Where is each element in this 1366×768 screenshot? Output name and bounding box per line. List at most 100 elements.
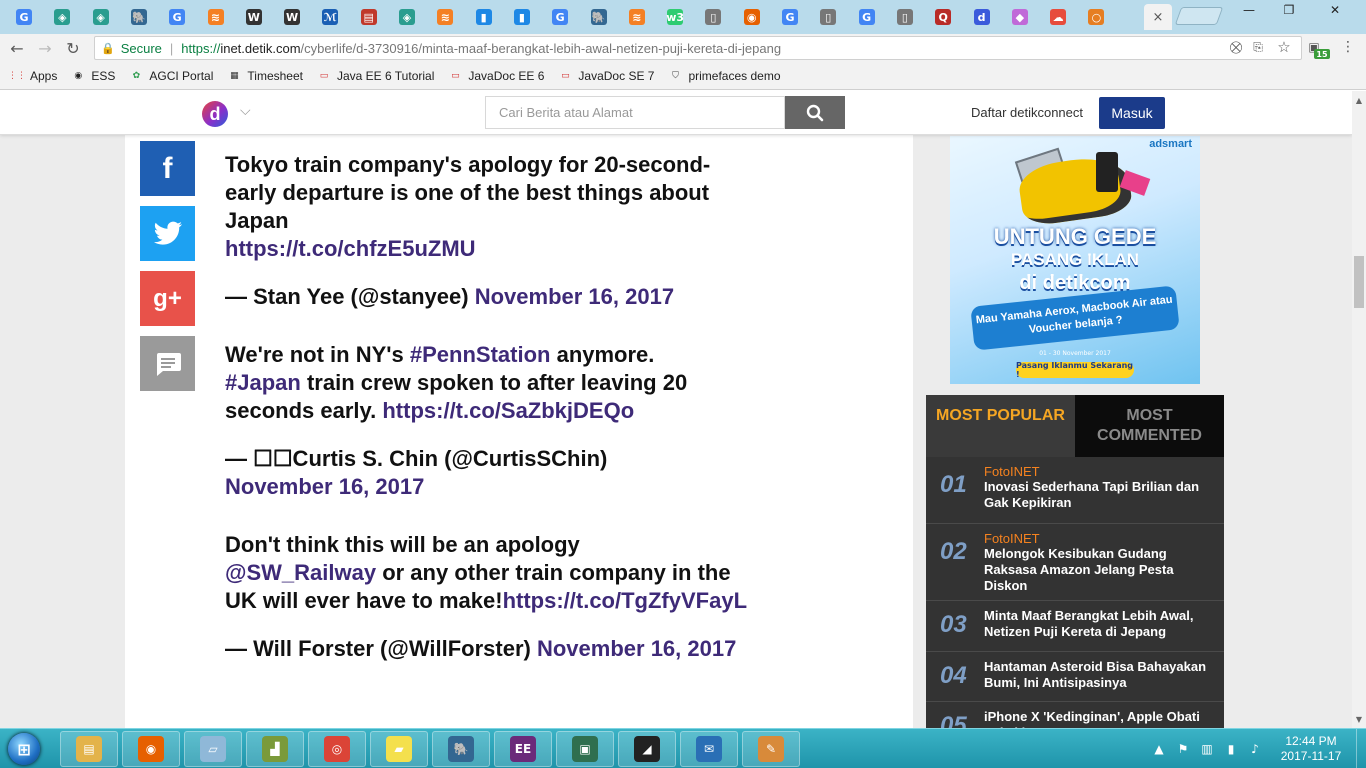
taskbar-app-button[interactable]: 🐘 bbox=[432, 731, 490, 767]
forward-button[interactable]: → bbox=[34, 38, 56, 58]
new-tab-button[interactable] bbox=[1174, 7, 1224, 25]
close-tab-icon[interactable]: × bbox=[1153, 10, 1164, 25]
tab-most-commented[interactable]: MOST COMMENTED bbox=[1075, 395, 1224, 457]
scrollbar-thumb[interactable] bbox=[1354, 256, 1364, 308]
maximize-button[interactable]: ❐ bbox=[1272, 0, 1306, 20]
browser-tab[interactable]: ≋ bbox=[619, 4, 655, 30]
menu-icon[interactable]: ⋮ bbox=[1340, 39, 1356, 55]
tab-most-popular[interactable]: MOST POPULAR bbox=[926, 395, 1075, 457]
browser-tab[interactable]: ▯ bbox=[695, 4, 731, 30]
popular-article-title[interactable]: Hantaman Asteroid Bisa Bahayakan Bumi, I… bbox=[984, 659, 1216, 691]
login-button[interactable]: Masuk bbox=[1099, 97, 1165, 129]
search-input[interactable]: Cari Berita atau Alamat bbox=[485, 96, 785, 129]
share-twitter-button[interactable] bbox=[140, 206, 195, 261]
browser-tab[interactable]: ▮ bbox=[466, 4, 502, 30]
popular-article-category[interactable]: FotoINET bbox=[984, 464, 1216, 479]
popular-article-item[interactable]: 03 Minta Maaf Berangkat Lebih Awal, Netiz… bbox=[926, 601, 1224, 652]
taskbar-app-button[interactable]: ▤ bbox=[60, 731, 118, 767]
tweet-link[interactable]: https://t.co/TgZfyVFayL bbox=[503, 588, 747, 613]
browser-tab[interactable]: ℳ bbox=[312, 4, 348, 30]
scroll-up-icon[interactable]: ▲ bbox=[1352, 93, 1366, 107]
bookmark-item[interactable]: ✿ AGCI Portal bbox=[129, 69, 214, 83]
search-button[interactable] bbox=[785, 96, 845, 129]
tweet-author[interactable]: — Stan Yee (@stanyee) bbox=[225, 284, 469, 309]
mention-link[interactable]: @SW_Railway bbox=[225, 560, 376, 585]
browser-tab[interactable]: ○ bbox=[1078, 4, 1114, 30]
browser-tab[interactable]: ◈ bbox=[389, 4, 425, 30]
tweet-date-link[interactable]: November 16, 2017 bbox=[537, 636, 736, 661]
browser-tab[interactable]: G bbox=[849, 4, 885, 30]
advertisement-banner[interactable]: adsmart UNTUNG GEDE PASANG IKLAN di deti… bbox=[950, 136, 1200, 384]
browser-tab[interactable]: G bbox=[772, 4, 808, 30]
tweet-date-link[interactable]: November 16, 2017 bbox=[475, 284, 674, 309]
share-googleplus-button[interactable]: g+ bbox=[140, 271, 195, 326]
popular-article-item[interactable]: 05 iPhone X 'Kedinginan', Apple Obati Pak… bbox=[926, 702, 1224, 728]
bookmark-item[interactable]: ▭ JavaDoc EE 6 bbox=[448, 69, 544, 83]
taskbar-app-button[interactable]: ▣ bbox=[556, 731, 614, 767]
browser-tab[interactable]: w3 bbox=[657, 4, 693, 30]
bookmark-item[interactable]: ◉ ESS bbox=[71, 69, 115, 83]
detik-logo[interactable]: d bbox=[202, 101, 228, 127]
bookmark-item[interactable]: ▭ Java EE 6 Tutorial bbox=[317, 69, 435, 83]
scroll-down-icon[interactable]: ▼ bbox=[1352, 712, 1366, 726]
reload-button[interactable]: ↻ bbox=[62, 38, 84, 58]
browser-tab[interactable]: ▮ bbox=[504, 4, 540, 30]
hashtag-link[interactable]: #PennStation bbox=[410, 342, 551, 367]
chevron-down-icon[interactable]: ⌵ bbox=[240, 103, 251, 119]
taskbar-app-button[interactable]: ✉ bbox=[680, 731, 738, 767]
browser-tab[interactable]: Q bbox=[925, 4, 961, 30]
taskbar-app-button[interactable]: ◎ bbox=[308, 731, 366, 767]
bookmark-item[interactable]: ⛉ primefaces demo bbox=[668, 69, 780, 83]
ad-cta-button[interactable]: Pasang Iklanmu Sekarang ! bbox=[1016, 361, 1134, 379]
start-button[interactable]: ⊞ bbox=[2, 730, 46, 768]
network-icon[interactable]: ▥ bbox=[1198, 729, 1216, 768]
tweet-author[interactable]: — ☐☐Curtis S. Chin (@CurtisSChin) bbox=[225, 446, 607, 471]
browser-tab[interactable]: ≋ bbox=[198, 4, 234, 30]
browser-tab[interactable]: 🐘 bbox=[121, 4, 157, 30]
taskbar-app-button[interactable]: ▰ bbox=[370, 731, 428, 767]
bookmark-star-icon[interactable]: ☆ bbox=[1276, 38, 1292, 56]
taskbar-app-button[interactable]: EE bbox=[494, 731, 552, 767]
browser-tab[interactable]: ▤ bbox=[351, 4, 387, 30]
address-bar[interactable]: 🔒 Secure | https://inet.detik.com/cyberl… bbox=[94, 36, 1302, 60]
browser-tab[interactable]: G bbox=[542, 4, 578, 30]
tray-expand-icon[interactable]: ▲ bbox=[1152, 729, 1166, 768]
taskbar-app-button[interactable]: ▱ bbox=[184, 731, 242, 767]
taskbar-app-button[interactable]: ▟ bbox=[246, 731, 304, 767]
register-link[interactable]: Daftar detikconnect bbox=[971, 105, 1083, 120]
browser-tab[interactable]: G bbox=[6, 4, 42, 30]
translate-icon[interactable]: ⎘ bbox=[1250, 39, 1266, 55]
minimize-button[interactable]: — bbox=[1232, 0, 1266, 20]
browser-tab[interactable]: d bbox=[964, 4, 1000, 30]
browser-tab[interactable]: W bbox=[236, 4, 272, 30]
action-center-flag-icon[interactable]: ⚑ bbox=[1174, 729, 1192, 768]
tweet-link[interactable]: https://t.co/SaZbkjDEQo bbox=[382, 398, 634, 423]
bookmark-item[interactable]: ▦ Timesheet bbox=[227, 69, 303, 83]
share-facebook-button[interactable]: f bbox=[140, 141, 195, 196]
browser-tab[interactable]: W bbox=[274, 4, 310, 30]
browser-tab[interactable]: ≋ bbox=[427, 4, 463, 30]
tweet-link[interactable]: https://t.co/chfzE5uZMU bbox=[225, 236, 476, 261]
taskbar-app-button[interactable]: ◉ bbox=[122, 731, 180, 767]
taskbar-app-button[interactable]: ◢ bbox=[618, 731, 676, 767]
popular-article-title[interactable]: iPhone X 'Kedinginan', Apple Obati Pakai… bbox=[984, 709, 1216, 728]
browser-tab[interactable]: ◆ bbox=[1002, 4, 1038, 30]
bookmark-item[interactable]: ⋮⋮ Apps bbox=[8, 69, 57, 83]
popular-article-item[interactable]: 04 Hantaman Asteroid Bisa Bahayakan Bumi,… bbox=[926, 652, 1224, 702]
popular-article-item[interactable]: 02 FotoINET Melongok Kesibukan Gudang Raks… bbox=[926, 524, 1224, 601]
browser-tab[interactable]: G bbox=[159, 4, 195, 30]
browser-tab[interactable]: ◈ bbox=[44, 4, 80, 30]
bookmark-item[interactable]: ▭ JavaDoc SE 7 bbox=[558, 69, 654, 83]
comment-button[interactable] bbox=[140, 336, 195, 391]
taskbar-app-button[interactable]: ✎ bbox=[742, 731, 800, 767]
popular-article-title[interactable]: Inovasi Sederhana Tapi Brilian dan Gak K… bbox=[984, 479, 1216, 511]
popular-article-title[interactable]: Minta Maaf Berangkat Lebih Awal, Netizen… bbox=[984, 608, 1216, 640]
power-icon[interactable]: ▮ bbox=[1222, 729, 1240, 768]
active-browser-tab[interactable]: × bbox=[1144, 4, 1172, 30]
cookie-blocked-icon[interactable]: ⛒ bbox=[1228, 39, 1244, 55]
tweet-author[interactable]: — Will Forster (@WillForster) bbox=[225, 636, 531, 661]
close-window-button[interactable]: ✕ bbox=[1310, 0, 1360, 20]
hashtag-link[interactable]: #Japan bbox=[225, 370, 301, 395]
popular-article-category[interactable]: FotoINET bbox=[984, 531, 1216, 546]
browser-tab[interactable]: 🐘 bbox=[581, 4, 617, 30]
